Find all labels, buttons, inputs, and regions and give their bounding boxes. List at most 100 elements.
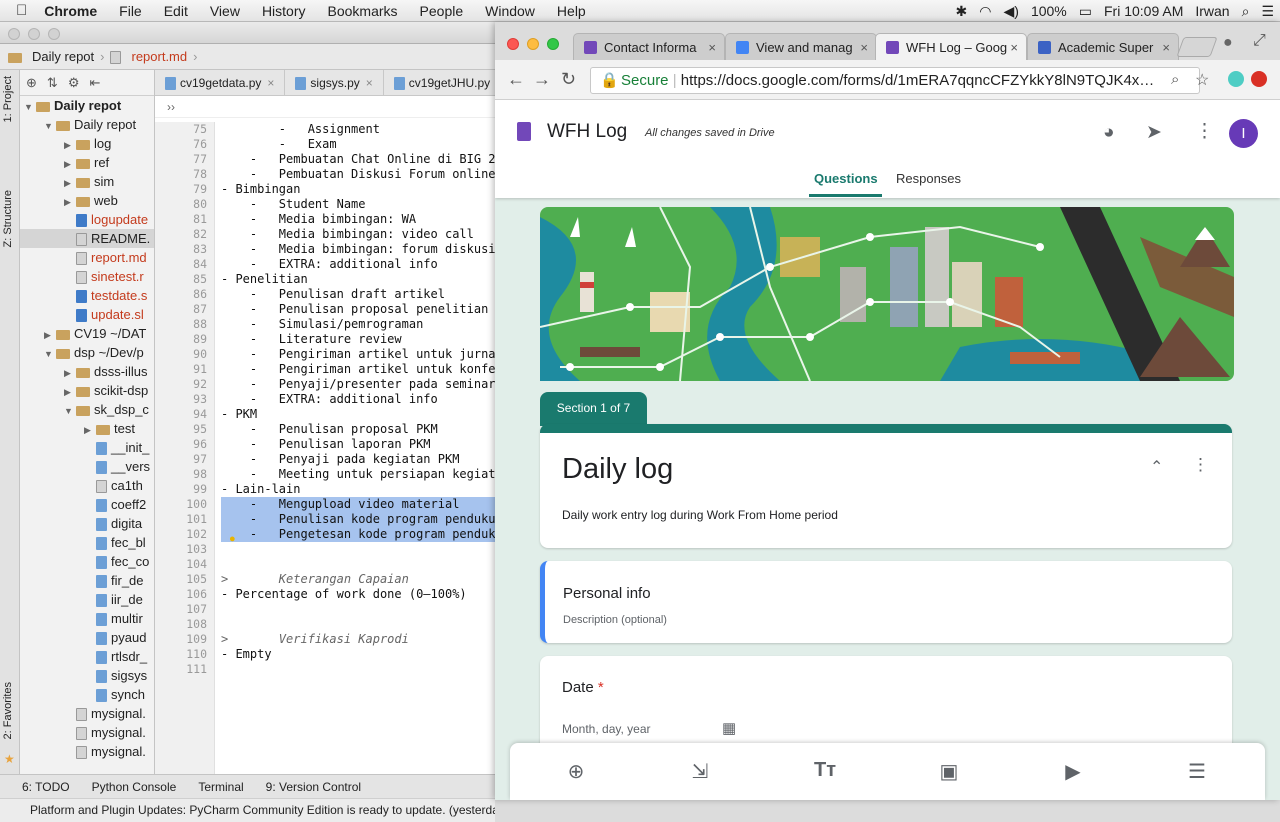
collapse-section-icon[interactable]: ⌃ bbox=[1150, 457, 1163, 477]
block-title[interactable]: Personal info bbox=[563, 585, 651, 602]
battery-icon[interactable]: ▭ bbox=[1073, 3, 1098, 20]
code-line[interactable] bbox=[221, 662, 495, 677]
hide-icon[interactable]: ⇤ bbox=[89, 75, 100, 91]
tree-item[interactable]: fec_co bbox=[20, 552, 154, 571]
tree-item[interactable]: update.sl bbox=[20, 305, 154, 324]
zoom-icon[interactable]: ⌕ bbox=[1171, 71, 1179, 88]
address-bar[interactable]: 🔒 Secure | https://docs.google.com/forms… bbox=[590, 67, 1200, 94]
code-line[interactable] bbox=[221, 617, 495, 632]
tree-item[interactable]: report.md bbox=[20, 248, 154, 267]
browser-tab[interactable]: View and manag × bbox=[725, 33, 877, 60]
close-icon[interactable]: × bbox=[1162, 34, 1170, 60]
tree-item[interactable]: ▶ scikit-dsp bbox=[20, 381, 154, 400]
todo-tool-button[interactable]: 6: TODO bbox=[22, 780, 70, 794]
status-bar[interactable]: Platform and Plugin Updates: PyCharm Com… bbox=[0, 798, 495, 822]
nav-file[interactable]: report.md bbox=[131, 49, 187, 64]
tab-questions[interactable]: Questions bbox=[814, 171, 878, 186]
add-section-icon[interactable]: ☰ bbox=[1184, 759, 1210, 784]
bookmark-star-icon[interactable]: ☆ bbox=[1195, 70, 1209, 90]
python-console-button[interactable]: Python Console bbox=[92, 780, 177, 794]
tree-item[interactable]: __vers bbox=[20, 457, 154, 476]
user-name[interactable]: Irwan bbox=[1189, 3, 1235, 19]
code-line[interactable]: - Empty bbox=[221, 647, 495, 662]
tree-item[interactable]: ▶ sim bbox=[20, 172, 154, 191]
minimize-window-button[interactable] bbox=[527, 38, 539, 50]
code-line[interactable]: - Pengetesan kode program pendukun bbox=[221, 527, 495, 542]
editor-tab-cv19getjhu[interactable]: cv19getJHU.py bbox=[384, 70, 495, 96]
code-line[interactable]: > Verifikasi Kaprodi bbox=[221, 632, 495, 647]
code-line[interactable]: - Pembuatan Diskusi Forum online bbox=[221, 167, 495, 182]
tree-item[interactable]: mysignal. bbox=[20, 723, 154, 742]
tree-item[interactable]: pyaud bbox=[20, 628, 154, 647]
tab-responses[interactable]: Responses bbox=[896, 171, 961, 186]
zoom-window-button[interactable] bbox=[547, 38, 559, 50]
tree-item[interactable]: ▼ Daily repot bbox=[20, 115, 154, 134]
browser-tab[interactable]: WFH Log – Goog × bbox=[875, 33, 1027, 60]
tree-item[interactable]: mysignal. bbox=[20, 742, 154, 761]
menu-view[interactable]: View bbox=[199, 3, 251, 19]
editor-overflow-chevron[interactable]: ›› bbox=[155, 96, 495, 118]
tree-item[interactable]: sinetest.r bbox=[20, 267, 154, 286]
structure-tool-tab[interactable]: Z: Structure bbox=[2, 190, 14, 247]
zoom-window-button[interactable] bbox=[48, 28, 60, 40]
favorites-tool-tab[interactable]: 2: Favorites bbox=[2, 682, 14, 739]
code-line[interactable]: - Simulasi/pemrograman bbox=[221, 317, 495, 332]
tree-item[interactable]: ca1th bbox=[20, 476, 154, 495]
clock[interactable]: Fri 10:09 AM bbox=[1098, 3, 1189, 19]
tree-item[interactable]: ▶ web bbox=[20, 191, 154, 210]
browser-tab[interactable]: Contact Informa × bbox=[573, 33, 725, 60]
forward-arrow-icon[interactable]: → bbox=[533, 69, 551, 90]
menu-window[interactable]: Window bbox=[474, 3, 546, 19]
code-line[interactable]: - Pengiriman artikel untuk jurnal bbox=[221, 347, 495, 362]
code-line[interactable]: - Assignment bbox=[221, 122, 495, 137]
tree-item[interactable]: fec_bl bbox=[20, 533, 154, 552]
fullscreen-icon[interactable]: ⤢ bbox=[1253, 32, 1266, 50]
close-icon[interactable]: × bbox=[1010, 34, 1018, 60]
code-line[interactable]: - Media bimbingan: forum diskusi bbox=[221, 242, 495, 257]
code-line[interactable]: - Penelitian bbox=[221, 272, 495, 287]
tree-item[interactable]: mysignal. bbox=[20, 704, 154, 723]
tree-item[interactable]: fir_de bbox=[20, 571, 154, 590]
tree-item[interactable]: README. bbox=[20, 229, 154, 248]
code-line[interactable]: - Pengiriman artikel untuk konfer bbox=[221, 362, 495, 377]
add-video-icon[interactable]: ▶ bbox=[1060, 759, 1086, 784]
code-line[interactable]: - Mengupload video material bbox=[221, 497, 495, 512]
close-icon[interactable]: × bbox=[366, 76, 373, 90]
reload-icon[interactable]: ↻ bbox=[561, 69, 576, 90]
code-line[interactable]: - Lain-lain bbox=[221, 482, 495, 497]
menu-help[interactable]: Help bbox=[546, 3, 597, 19]
section-description[interactable]: Daily work entry log during Work From Ho… bbox=[562, 508, 838, 522]
code-line[interactable]: - Bimbingan bbox=[221, 182, 495, 197]
code-line[interactable]: - Percentage of work done (0–100%) bbox=[221, 587, 495, 602]
spotlight-search-icon[interactable]: ⌕ bbox=[1236, 3, 1256, 20]
nav-root[interactable]: Daily repot bbox=[32, 49, 94, 64]
code-line[interactable] bbox=[221, 542, 495, 557]
editor-tab-sigsys[interactable]: sigsys.py × bbox=[285, 70, 384, 96]
tree-item[interactable]: sigsys bbox=[20, 666, 154, 685]
code-line[interactable]: - Penulisan kode program pendukung bbox=[221, 512, 495, 527]
menu-app-chrome[interactable]: Chrome bbox=[33, 3, 108, 19]
code-line[interactable]: - Exam bbox=[221, 137, 495, 152]
bluetooth-icon[interactable]: ✱ bbox=[950, 3, 974, 20]
code-line[interactable]: > Keterangan Capaian bbox=[221, 572, 495, 587]
close-icon[interactable]: × bbox=[708, 34, 716, 60]
code-line[interactable]: - Literature review bbox=[221, 332, 495, 347]
apple-icon[interactable]:  bbox=[0, 2, 33, 19]
code-line[interactable]: - Media bimbingan: WA bbox=[221, 212, 495, 227]
send-icon[interactable]: ➤ bbox=[1146, 121, 1162, 144]
target-icon[interactable]: ⊕ bbox=[26, 75, 37, 91]
code-line[interactable]: - Media bimbingan: video call bbox=[221, 227, 495, 242]
editor-tab-cv19getdata[interactable]: cv19getdata.py × bbox=[155, 70, 286, 96]
tree-item[interactable]: ▶ ref bbox=[20, 153, 154, 172]
close-icon[interactable]: × bbox=[860, 34, 868, 60]
code-line[interactable]: - Student Name bbox=[221, 197, 495, 212]
tree-item[interactable]: ▶ CV19 ~/DAT bbox=[20, 324, 154, 343]
more-vert-icon[interactable]: ⋮ bbox=[1192, 455, 1209, 475]
tree-item[interactable]: ▶ test bbox=[20, 419, 154, 438]
notification-center-icon[interactable]: ☰ bbox=[1255, 3, 1280, 20]
close-window-button[interactable] bbox=[507, 38, 519, 50]
extension-icon[interactable] bbox=[1228, 71, 1244, 87]
add-title-icon[interactable]: Tт bbox=[812, 759, 838, 782]
section-card[interactable]: Daily log Daily work entry log during Wo… bbox=[540, 424, 1232, 548]
wifi-icon[interactable]: ◠ bbox=[973, 3, 997, 20]
